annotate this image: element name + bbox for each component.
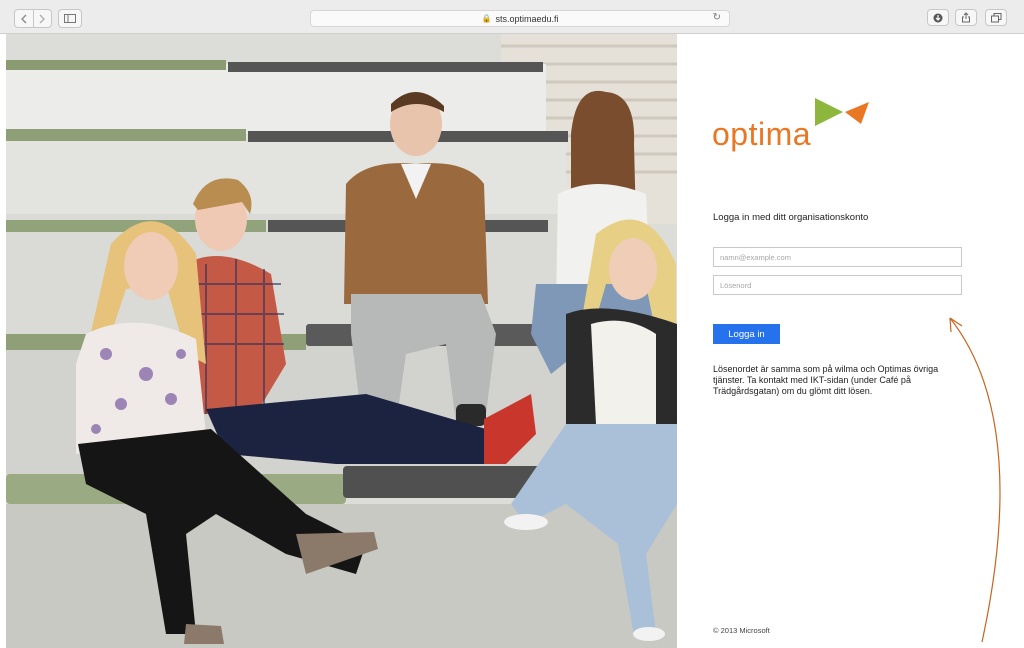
login-pane: optima Logga in med ditt organisationsko… <box>677 34 1024 648</box>
tabs-icon <box>990 12 1001 22</box>
download-button[interactable] <box>927 9 949 26</box>
reload-icon[interactable]: ↻ <box>713 12 721 23</box>
tabs-button[interactable] <box>985 9 1007 26</box>
lock-icon: 🔒 <box>481 14 492 23</box>
password-field[interactable] <box>713 275 962 295</box>
address-bar[interactable]: 🔒 sts.optimaedu.fi ↻ <box>310 10 730 27</box>
logo-text: optima <box>712 116 812 152</box>
chevron-left-icon <box>20 14 27 23</box>
download-icon <box>933 13 943 22</box>
back-button[interactable] <box>15 10 33 27</box>
logo-arrows-icon <box>815 98 869 126</box>
sidebar-toggle-button[interactable] <box>58 9 82 28</box>
nav-buttons <box>14 9 52 28</box>
password-info-text: Lösenordet är samma som på wilma och Opt… <box>713 364 939 396</box>
forward-button[interactable] <box>32 10 52 27</box>
url-text: sts.optimaedu.fi <box>495 13 559 24</box>
chevron-right-icon <box>39 14 46 23</box>
share-button[interactable] <box>955 9 977 26</box>
login-heading: Logga in med ditt organisationskonto <box>713 212 869 223</box>
login-button[interactable]: Logga in <box>713 324 780 344</box>
share-icon <box>962 12 970 23</box>
hero-photo <box>6 34 677 648</box>
browser-toolbar: 🔒 sts.optimaedu.fi ↻ <box>0 0 1024 34</box>
username-field[interactable] <box>713 247 962 267</box>
sidebar-icon <box>64 14 76 23</box>
copyright-text: © 2013 Microsoft <box>713 626 770 635</box>
